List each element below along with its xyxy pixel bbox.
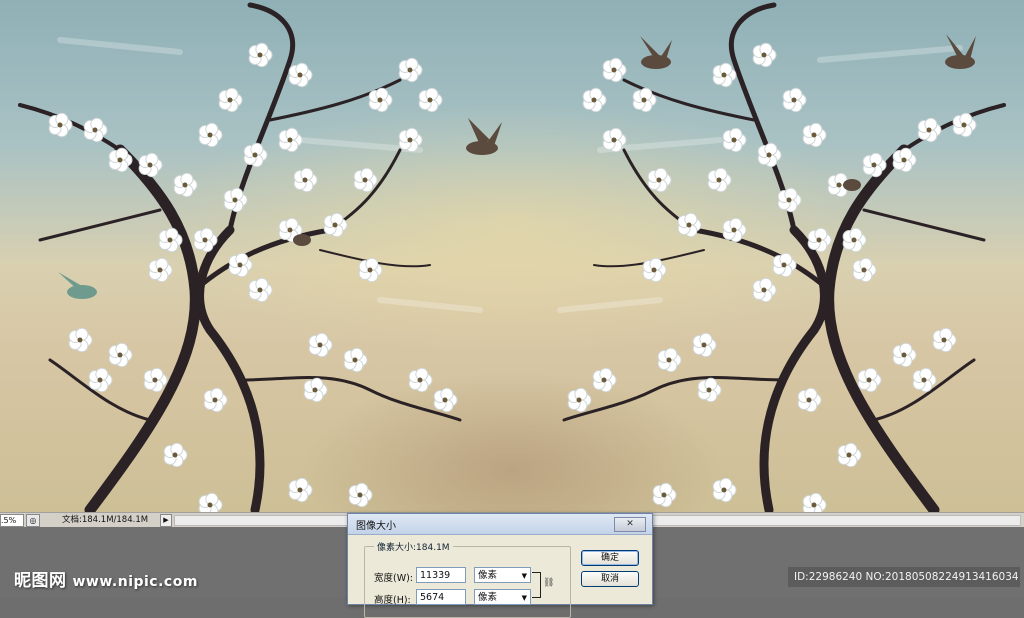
site-watermark: 昵图网 www.nipic.com bbox=[14, 566, 198, 591]
nav-icon[interactable]: ◎ bbox=[26, 514, 40, 527]
artwork-canvas bbox=[0, 0, 1024, 512]
document-size-info: 文档:184.1M/184.1M bbox=[62, 515, 149, 525]
height-unit-value: 像素 bbox=[478, 592, 498, 603]
image-id-tag: ID:22986240 NO:20180508224913416034 bbox=[788, 567, 1020, 587]
watermark-url: www.nipic.com bbox=[72, 574, 198, 590]
width-input[interactable]: 11339 bbox=[416, 567, 466, 583]
triangle-right-icon[interactable]: ▶ bbox=[160, 514, 172, 527]
chevron-down-icon: ▼ bbox=[521, 594, 527, 602]
width-unit-value: 像素 bbox=[478, 570, 498, 581]
cancel-button[interactable]: 取消 bbox=[581, 571, 639, 587]
plum-blossom-painting bbox=[18, 2, 1006, 512]
height-input[interactable]: 5674 bbox=[416, 589, 466, 605]
width-label: 宽度(W): bbox=[374, 573, 414, 584]
chevron-down-icon: ▼ bbox=[521, 572, 527, 580]
dialog-titlebar[interactable]: 图像大小 ✕ bbox=[348, 514, 652, 535]
constrain-bracket bbox=[532, 572, 541, 598]
ok-button[interactable]: 确定 bbox=[581, 550, 639, 566]
width-unit-select[interactable]: 像素 ▼ bbox=[474, 567, 531, 583]
height-label: 高度(H): bbox=[374, 595, 411, 606]
pixel-dimensions-label: 像素大小:184.1M bbox=[374, 540, 453, 553]
link-icon: ⛓ bbox=[543, 578, 555, 588]
dialog-title: 图像大小 bbox=[356, 521, 396, 532]
watermark-brand: 昵图网 bbox=[14, 571, 67, 591]
height-unit-select[interactable]: 像素 ▼ bbox=[474, 589, 531, 605]
zoom-level-field[interactable]: .5% bbox=[0, 514, 24, 527]
close-icon[interactable]: ✕ bbox=[614, 517, 646, 532]
